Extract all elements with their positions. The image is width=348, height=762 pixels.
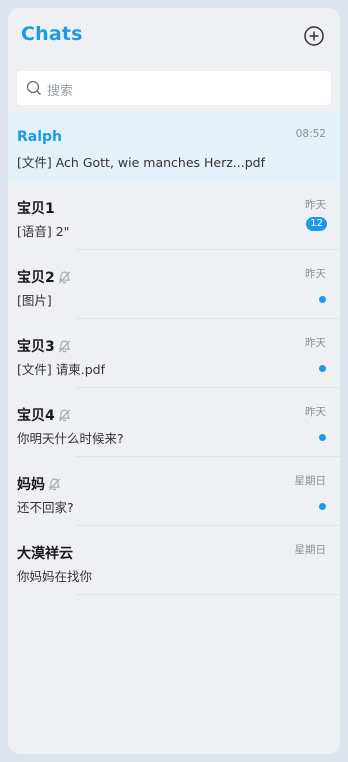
unread-dot bbox=[319, 434, 326, 441]
chat-time: 昨天 bbox=[305, 199, 326, 211]
unread-dot bbox=[319, 296, 326, 303]
chat-time: 星期日 bbox=[294, 544, 327, 556]
chat-list-item[interactable]: Ralph [文件] Ach Gott, wie manches Herz...p… bbox=[8, 112, 340, 181]
page-title: Chats bbox=[21, 23, 83, 45]
chat-name: 宝贝1 bbox=[17, 198, 55, 218]
chat-name-text: 大漠祥云 bbox=[17, 546, 73, 562]
chat-name-text: 宝贝1 bbox=[17, 201, 55, 217]
chat-name: Ralph bbox=[17, 129, 62, 145]
chat-list-item[interactable]: 宝贝4 你明天什么时候来? 昨天 bbox=[8, 388, 340, 457]
plus-circle-icon bbox=[304, 26, 324, 46]
header: Chats bbox=[8, 8, 340, 64]
chat-name: 大漠祥云 bbox=[17, 543, 73, 563]
chat-time: 星期日 bbox=[294, 475, 327, 487]
add-chat-button[interactable] bbox=[303, 25, 325, 47]
chat-name-text: 妈妈 bbox=[17, 477, 45, 493]
unread-dot bbox=[319, 503, 326, 510]
chat-name: 宝贝3 bbox=[17, 336, 72, 356]
chat-time: 昨天 bbox=[305, 406, 326, 418]
chat-preview: 你妈妈在找你 bbox=[17, 569, 93, 584]
app-window: Chats 搜索 Ralph [文件] Ach Gott, wie manches… bbox=[8, 8, 340, 754]
muted-bell-icon bbox=[58, 408, 70, 422]
chat-time: 昨天 bbox=[305, 268, 326, 280]
chat-name: 宝贝4 bbox=[17, 405, 72, 425]
chat-name-text: 宝贝4 bbox=[17, 408, 55, 424]
unread-badge: 12 bbox=[306, 217, 327, 231]
chat-list-item[interactable]: 妈妈还不回家? 星期日 bbox=[8, 457, 340, 526]
chat-name: 宝贝2 bbox=[17, 267, 72, 287]
chat-list-item[interactable]: 宝贝1 [语音] 2" 昨天 12 bbox=[8, 181, 340, 250]
muted-bell-icon bbox=[58, 339, 70, 353]
divider bbox=[76, 594, 340, 595]
chat-name-text: Ralph bbox=[17, 129, 63, 145]
chat-preview: 还不回家? bbox=[17, 500, 74, 515]
search-input[interactable]: 搜索 bbox=[17, 71, 331, 105]
chat-preview: [文件] Ach Gott, wie manches Herz...pdf bbox=[17, 155, 265, 170]
chat-preview: [文件] 请柬.pdf bbox=[17, 362, 105, 377]
chat-list: Ralph [文件] Ach Gott, wie manches Herz...p… bbox=[8, 112, 340, 595]
muted-bell-icon bbox=[48, 477, 61, 491]
chat-time: 昨天 bbox=[305, 337, 326, 349]
chat-name-text: 宝贝2 bbox=[17, 270, 55, 286]
chat-preview: [语音] 2" bbox=[17, 224, 70, 239]
chat-name: 妈妈 bbox=[17, 474, 62, 494]
search-icon bbox=[26, 80, 41, 95]
chat-list-item[interactable]: 宝贝3 [文件] 请柬.pdf 昨天 bbox=[8, 319, 340, 388]
chat-list-item[interactable]: 大漠祥云你妈妈在找你 星期日 bbox=[8, 526, 340, 595]
muted-bell-icon bbox=[58, 270, 70, 284]
chat-time: 08:52 bbox=[295, 128, 326, 140]
chat-preview: 你明天什么时候来? bbox=[17, 431, 124, 446]
unread-dot bbox=[319, 365, 326, 372]
chat-preview: [图片] bbox=[17, 293, 52, 308]
chat-list-item[interactable]: 宝贝2 [图片] 昨天 bbox=[8, 250, 340, 319]
search-placeholder: 搜索 bbox=[47, 84, 74, 99]
chat-name-text: 宝贝3 bbox=[17, 339, 55, 355]
